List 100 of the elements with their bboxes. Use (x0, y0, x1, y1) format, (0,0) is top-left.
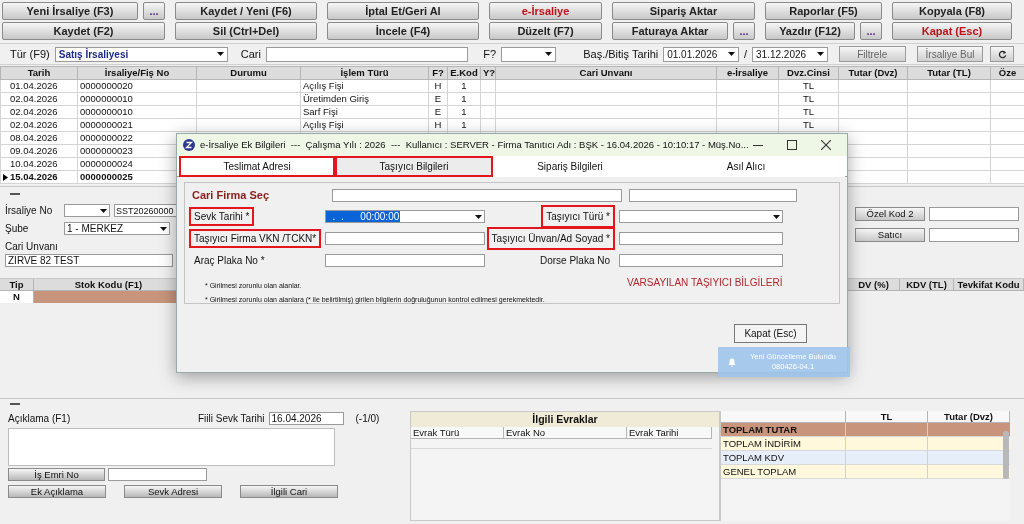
table-cell: 0000000022 (80, 132, 133, 144)
field-label: Cari Unvanı (5, 240, 58, 254)
date-time-field[interactable]: . . 00:00:00 (325, 210, 485, 223)
field-label: Dorse Plaka No (538, 254, 611, 268)
more-button[interactable]: ... (860, 22, 882, 40)
filter-button[interactable]: İrsaliye Bul (916, 46, 984, 62)
input-field[interactable] (325, 254, 485, 267)
toolbar-button[interactable]: Yazdır (F12) (765, 22, 855, 40)
number-dropdown[interactable] (64, 204, 110, 217)
table-cell: 0000000025 (80, 171, 133, 183)
more-button[interactable]: ... (143, 2, 165, 20)
action-button[interactable]: Ek Açıklama (8, 485, 106, 498)
input-field[interactable] (619, 232, 783, 245)
table-cell: 0000000020 (80, 80, 133, 92)
table-cell: 0000000021 (80, 119, 133, 131)
scrollbar-thumb[interactable] (1003, 431, 1009, 479)
table-cell: H (434, 80, 442, 92)
input-field[interactable] (629, 188, 797, 202)
column-header: Durumu (196, 66, 301, 80)
caret-icon (545, 52, 553, 56)
field-label: Taşıyıcı Ünvan/Ad Soyad * (486, 227, 615, 250)
filter-button[interactable]: Filtrele (838, 46, 906, 62)
counter-text: (-1/0) (355, 412, 380, 426)
column-header: E.Kod (447, 66, 481, 80)
column-header: Y? (480, 66, 496, 80)
table-cell: 09.04.2026 (10, 146, 58, 156)
totals-label: TOPLAM KDV (721, 451, 846, 464)
input-field[interactable] (619, 254, 783, 267)
close-button[interactable]: Kapat (Esc) (734, 324, 807, 343)
toolbar-button[interactable]: Faturaya Aktar (612, 22, 728, 40)
cari-field[interactable] (265, 46, 469, 62)
table-cell: 0000000023 (80, 145, 133, 157)
table-cell: H (434, 119, 442, 131)
toolbar-button[interactable]: Kapat (Esc) (892, 22, 1012, 40)
work-order-field[interactable] (108, 468, 207, 481)
form-button[interactable]: Satıcı (855, 228, 925, 242)
toolbar-button[interactable]: İptal Et/Geri Al (327, 2, 479, 20)
field-label: Taşıyıcı Firma VKN /TCKN* (189, 229, 322, 248)
dropdown-field[interactable] (619, 210, 783, 223)
start-date-field[interactable]: 01.01.2026 (663, 46, 739, 62)
f-dropdown[interactable] (501, 46, 557, 62)
close-icon[interactable] (821, 140, 831, 150)
caret-icon (100, 208, 107, 213)
column-header: KDV (TL) (900, 279, 954, 290)
input-field[interactable] (325, 232, 485, 245)
column-header: e-İrsaliye (716, 66, 779, 80)
table-cell: 02.04.2026 (10, 94, 58, 104)
refresh-button[interactable] (990, 46, 1015, 62)
column-header: Evrak Türü (411, 427, 504, 438)
table-cell: E (434, 93, 442, 105)
toolbar-button[interactable]: e-İrsaliye (489, 2, 602, 20)
more-button[interactable]: ... (733, 22, 755, 40)
minimize-icon[interactable] (753, 144, 763, 146)
action-button[interactable]: İlgili Cari (240, 485, 338, 498)
column-header: Evrak No (504, 427, 627, 438)
table-cell: Açılış Fişi (303, 80, 344, 92)
field-label: Taşıyıcı Türü * (541, 205, 615, 228)
toolbar-button[interactable]: İncele (F4) (327, 22, 479, 40)
table-cell: Sarf Fişi (303, 106, 338, 118)
date-field[interactable]: 16.04.2026 (268, 412, 344, 425)
default-carrier-label: VARSAYILAN TAŞIYICI BİLGİLERİ (627, 275, 783, 290)
work-order-button[interactable]: İş Emri No (8, 468, 105, 481)
cari-name-field[interactable]: ZIRVE 82 TEST (5, 254, 173, 267)
input-field[interactable] (929, 228, 1019, 242)
input-field[interactable] (929, 207, 1019, 221)
toolbar-button[interactable]: Düzelt (F7) (489, 22, 602, 40)
maximize-icon[interactable] (787, 140, 797, 150)
column-header: Tutar (Dvz) (928, 411, 1010, 422)
totals-label: GENEL TOPLAM (721, 465, 846, 478)
tab[interactable]: Taşıyıcı Bilgileri (335, 156, 493, 177)
cari-firm-field[interactable] (332, 188, 622, 202)
column-header: İrsaliye/Fiş No (77, 66, 197, 80)
toolbar-button[interactable]: Kopyala (F8) (892, 2, 1012, 20)
column-header: Evrak Tarihi (627, 427, 712, 438)
toolbar-button[interactable]: Kaydet (F2) (2, 22, 165, 40)
form-button[interactable]: Özel Kod 2 (855, 207, 925, 221)
action-button[interactable]: Sevk Adresi (124, 485, 222, 498)
toolbar-button[interactable]: Kaydet / Yeni (F6) (175, 2, 317, 20)
caret-icon (773, 214, 780, 219)
table-cell: TL (802, 106, 815, 118)
table-cell: 10.04.2026 (10, 159, 58, 169)
toolbar-button[interactable]: Raporlar (F5) (765, 2, 882, 20)
type-dropdown[interactable]: Satış İrsaliyesi (54, 46, 228, 62)
table-cell: 1 (461, 106, 467, 118)
table-cell: TL (802, 80, 815, 92)
table-cell: 0000000024 (80, 158, 133, 170)
toolbar-button[interactable]: Sil (Ctrl+Del) (175, 22, 317, 40)
table-cell: N (0, 291, 34, 303)
branch-dropdown[interactable]: 1 - MERKEZ (64, 222, 170, 235)
tab[interactable]: Teslimat Adresi (179, 156, 335, 177)
column-header: Öze (990, 66, 1024, 80)
table-cell: 02.04.2026 (10, 120, 58, 130)
description-field[interactable] (8, 428, 335, 466)
column-header: Tevkifat Kodu (954, 279, 1024, 290)
end-date-field[interactable]: 31.12.2026 (752, 46, 828, 62)
toolbar-button[interactable]: Yeni İrsaliye (F3) (2, 2, 138, 20)
column-header: İşlem Türü (300, 66, 429, 80)
table-cell: 01.04.2026 (10, 81, 58, 91)
bell-icon (728, 357, 736, 367)
toolbar-button[interactable]: Sipariş Aktar (612, 2, 755, 20)
